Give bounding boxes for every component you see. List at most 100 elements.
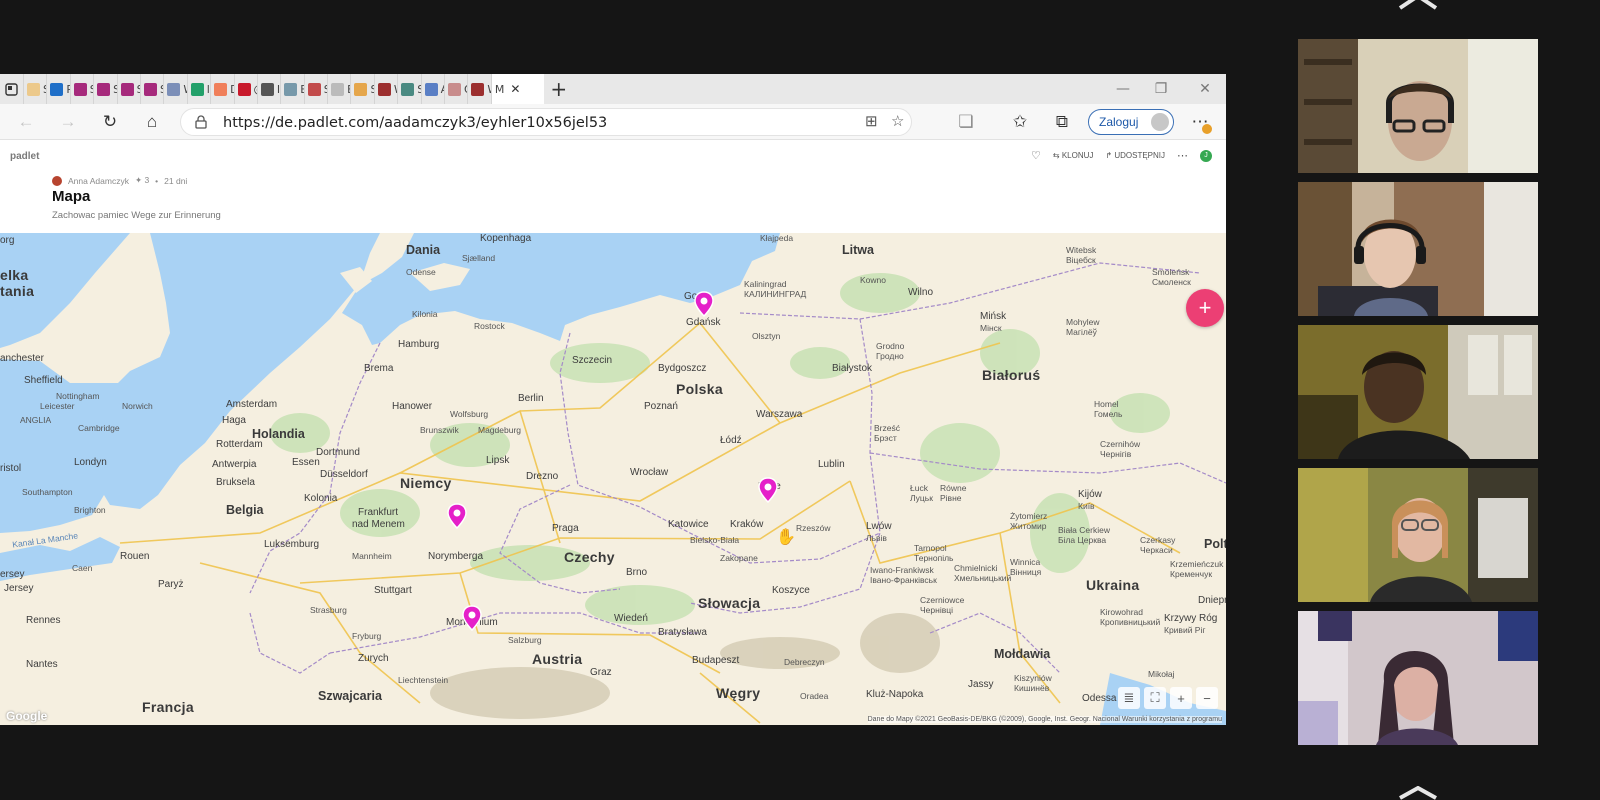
tab-padlet-active[interactable]: M ✕	[491, 74, 544, 104]
map-canvas[interactable]: org elka tania Dania Kopenhaga Sjælland …	[0, 233, 1226, 725]
minimize-icon[interactable]: —	[1108, 74, 1138, 104]
add-post-button[interactable]: +	[1186, 289, 1224, 327]
map-label-bialorus: Białoruś	[982, 367, 1041, 383]
map-label-lublin: Lublin	[818, 459, 845, 470]
fullscreen-icon[interactable]: ⛶	[1144, 687, 1166, 709]
map-label-czechy: Czechy	[564, 549, 615, 565]
back-icon[interactable]: ←	[14, 110, 38, 134]
heart-icon[interactable]: ♡	[1031, 149, 1041, 162]
browser-tab[interactable]: Sz	[24, 74, 48, 104]
clone-label: KLONUJ	[1061, 151, 1094, 160]
map-label-winnica-ru: Вінниця	[1010, 567, 1042, 577]
map-label-biala-cerkiew-ru: Біла Церква	[1058, 535, 1107, 545]
map-label-bratyslawa: Bratysława	[658, 627, 707, 638]
map-label-wroclaw: Wrocław	[630, 467, 669, 478]
browser-tab[interactable]: Dz	[211, 74, 235, 104]
browser-tab[interactable]: lis	[188, 74, 212, 104]
collections-icon[interactable]: ⧉	[1050, 110, 1074, 134]
participant-video-2[interactable]	[1298, 182, 1538, 316]
map-label-bruksela: Bruksela	[216, 477, 255, 488]
map-pin-germany[interactable]	[447, 503, 467, 529]
favorite-add-icon[interactable]: ☆	[891, 112, 904, 130]
restore-icon[interactable]: ❐	[1146, 74, 1176, 104]
share-button[interactable]: ↱ UDOSTĘPNIJ	[1105, 151, 1165, 160]
layers-icon[interactable]: ≣	[1118, 687, 1140, 709]
map-pin-monachium[interactable]	[462, 605, 482, 631]
map-label-smolensk-ru: Смоленск	[1152, 277, 1191, 287]
tab-favicon-icon	[331, 82, 345, 96]
forward-icon[interactable]: →	[56, 110, 80, 134]
tab-favicon-icon	[73, 82, 87, 96]
map-label-essen: Essen	[292, 457, 320, 468]
padlet-logo[interactable]: padlet	[10, 151, 39, 162]
close-window-icon[interactable]: ✕	[1190, 74, 1220, 104]
map-label-salzburg: Salzburg	[508, 635, 542, 645]
tab-favicon-icon	[260, 82, 274, 96]
map-label-brighton: Brighton	[74, 505, 106, 515]
map-label-nottingham: Nottingham	[56, 391, 100, 401]
browser-tab[interactable]: Sz	[118, 74, 141, 104]
browser-toolbar: ← → ↻ ⌂ https://de.padlet.com/aadamczyk3…	[0, 104, 1226, 140]
map-label-kaliningrad: Kaliningrad	[744, 279, 787, 289]
user-avatar[interactable]: J	[1200, 149, 1212, 162]
browser-tab[interactable]: @	[235, 74, 258, 104]
browser-tab[interactable]: Oj	[445, 74, 469, 104]
browser-tab[interactable]: W	[468, 74, 492, 104]
map-label-mohylew: Mohylew	[1066, 317, 1100, 327]
browser-tab[interactable]: Sz	[94, 74, 118, 104]
map-pin-kielce[interactable]	[758, 477, 778, 503]
browser-tab[interactable]: In	[258, 74, 282, 104]
zoom-out-button[interactable]: −	[1196, 687, 1218, 709]
chevron-up-icon[interactable]	[1396, 0, 1440, 20]
map-label-slowacja: Słowacja	[698, 595, 761, 611]
tab-favicon-icon	[377, 82, 391, 96]
map-label-sjaelland: Sjælland	[462, 253, 496, 263]
address-bar[interactable]: https://de.padlet.com/aadamczyk3/eyhler1…	[180, 108, 912, 136]
new-tab-button[interactable]: +	[544, 74, 574, 104]
browser-tab[interactable]: Ele	[281, 74, 305, 104]
participant-video-5[interactable]	[1298, 611, 1538, 745]
map-label-wilno: Wilno	[908, 287, 934, 298]
map-label-brema: Brema	[364, 363, 394, 374]
map-label-czerkasy-ru: Черкаси	[1140, 545, 1173, 555]
browser-tab[interactable]: W	[164, 74, 188, 104]
map-attribution[interactable]: Dane do Mapy ©2021 GeoBasis-DE/BKG (©200…	[867, 716, 1222, 723]
tab-favicon-icon	[471, 82, 485, 96]
map-label-kolonia: Kolonia	[304, 493, 338, 504]
map-pin-gdansk[interactable]	[694, 291, 714, 317]
tab-actions-button[interactable]	[0, 74, 24, 104]
map-label-grodno: Grodno	[876, 341, 905, 351]
close-tab-icon[interactable]: ✕	[510, 82, 520, 96]
map-label-oradea: Oradea	[800, 691, 829, 701]
browser-tab[interactable]: St	[305, 74, 329, 104]
map-label-tania: tania	[0, 283, 35, 299]
participant-video-1[interactable]	[1298, 39, 1538, 173]
home-icon[interactable]: ⌂	[140, 110, 164, 134]
zoom-in-button[interactable]: +	[1170, 687, 1192, 709]
reader-view-icon[interactable]: ⊞	[865, 112, 878, 130]
sign-in-button[interactable]: Zaloguj	[1088, 109, 1174, 135]
browser-tab[interactable]: Sz	[71, 74, 95, 104]
chevron-down-icon[interactable]	[1396, 786, 1440, 800]
reload-icon[interactable]: ↻	[98, 110, 122, 134]
clone-button[interactable]: ⇆ KLONUJ	[1053, 151, 1094, 160]
browser-tab[interactable]: Sz	[351, 74, 375, 104]
browser-tab[interactable]: Pc	[47, 74, 71, 104]
participant-video-3[interactable]	[1298, 325, 1538, 459]
browser-tab[interactable]: W	[375, 74, 399, 104]
favorites-icon[interactable]: ✩	[1008, 110, 1032, 134]
map-label-norwich: Norwich	[122, 401, 153, 411]
browser-tab[interactable]: Es	[328, 74, 352, 104]
map-label-warszawa: Warszawa	[756, 409, 803, 420]
map-label-debreczyn: Debreczyn	[784, 657, 825, 667]
map-label-rennes: Rennes	[26, 615, 61, 626]
browser-tab[interactable]: Se	[398, 74, 422, 104]
map-label-luck-ru: Луцьк	[910, 493, 933, 503]
participant-video-4[interactable]	[1298, 468, 1538, 602]
more-icon[interactable]: ⋯	[1177, 149, 1188, 162]
browser-tab[interactable]: Sz	[141, 74, 165, 104]
browser-tab[interactable]: Ar	[422, 74, 446, 104]
extensions-icon[interactable]: ❏	[954, 110, 978, 134]
map-label-berlin: Berlin	[518, 393, 544, 404]
map-label-czerkasy: Czerkasy	[1140, 535, 1176, 545]
